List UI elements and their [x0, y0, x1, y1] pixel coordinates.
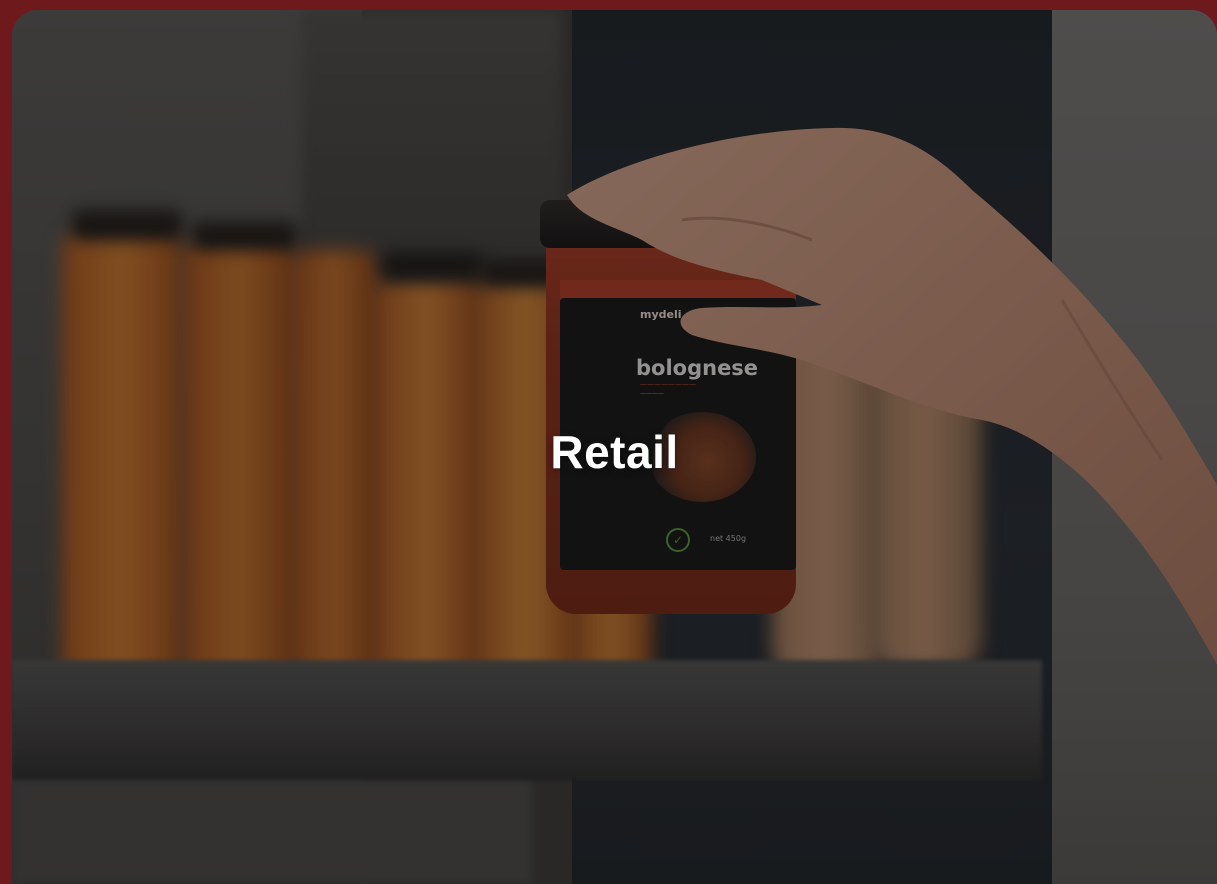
- retail-card[interactable]: mydeli bolognese ———————— ———— ✓ net 450…: [12, 10, 1217, 884]
- card-title: Retail: [550, 426, 679, 478]
